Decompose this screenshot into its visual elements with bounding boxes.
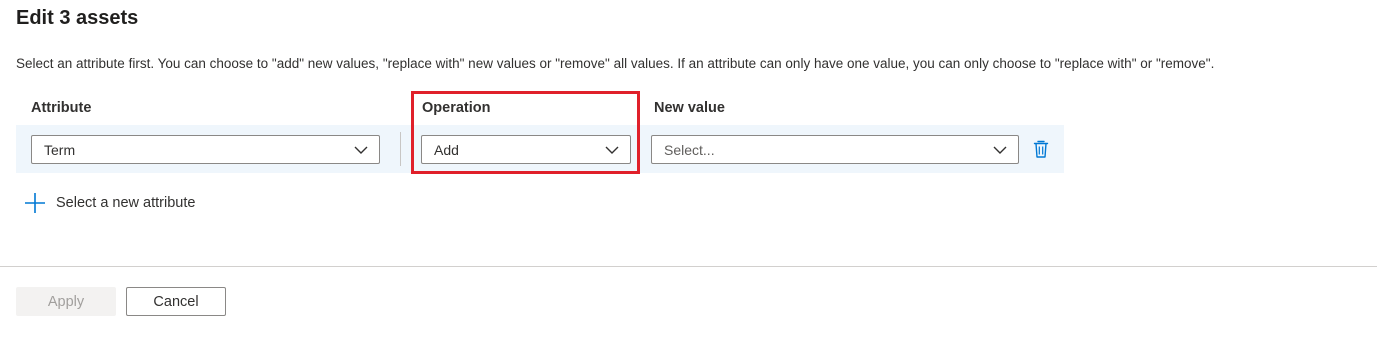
select-new-attribute-label: Select a new attribute bbox=[56, 195, 196, 211]
operation-highlight-box bbox=[411, 91, 640, 174]
chevron-down-icon bbox=[354, 146, 368, 154]
chevron-down-icon bbox=[993, 146, 1007, 154]
apply-button[interactable]: Apply bbox=[16, 287, 116, 316]
attribute-column-header: Attribute bbox=[31, 100, 92, 116]
instructions-text: Select an attribute first. You can choos… bbox=[16, 56, 1215, 71]
footer-divider bbox=[0, 266, 1377, 267]
new-value-column-header: New value bbox=[654, 100, 725, 116]
attribute-dropdown-value: Term bbox=[44, 141, 76, 158]
attribute-dropdown[interactable]: Term bbox=[31, 135, 380, 164]
new-value-dropdown-placeholder: Select... bbox=[664, 141, 715, 158]
new-value-dropdown[interactable]: Select... bbox=[651, 135, 1019, 164]
column-divider bbox=[400, 132, 401, 166]
plus-icon bbox=[25, 193, 45, 213]
cancel-button[interactable]: Cancel bbox=[126, 287, 226, 316]
select-new-attribute-button[interactable]: Select a new attribute bbox=[24, 192, 195, 214]
trash-icon[interactable] bbox=[1032, 139, 1050, 159]
page-title: Edit 3 assets bbox=[16, 7, 139, 29]
